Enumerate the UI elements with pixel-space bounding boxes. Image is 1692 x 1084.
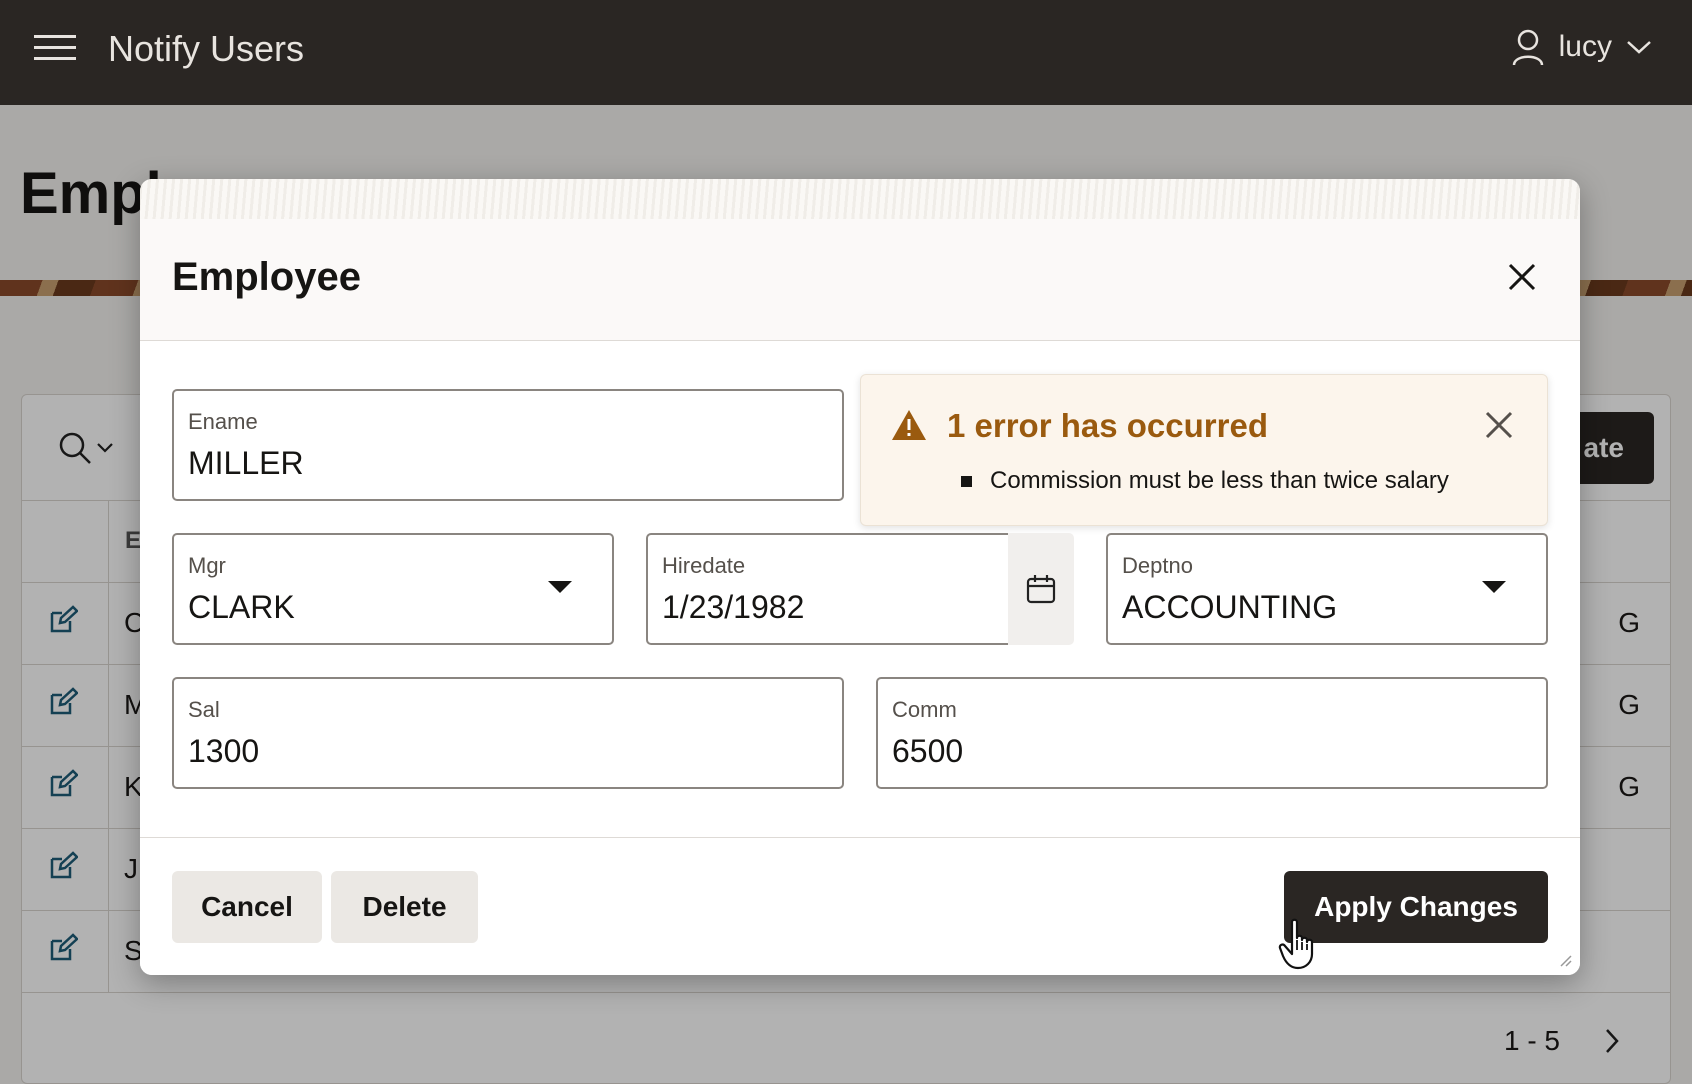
comm-value: 6500	[892, 733, 964, 769]
apply-changes-button[interactable]: Apply Changes	[1284, 871, 1548, 943]
calendar-button[interactable]	[1008, 533, 1074, 645]
delete-button[interactable]: Delete	[331, 871, 478, 943]
close-icon[interactable]	[1502, 257, 1542, 297]
mgr-select[interactable]: Mgr CLARK	[172, 533, 614, 645]
hiredate-field[interactable]: Hiredate 1/23/1982	[646, 533, 1010, 645]
deptno-label: Deptno	[1122, 553, 1193, 578]
error-message: Commission must be less than twice salar…	[990, 467, 1449, 494]
mgr-label: Mgr	[188, 553, 226, 578]
warning-icon	[892, 410, 926, 440]
close-icon[interactable]	[1483, 409, 1515, 441]
bullet	[961, 475, 972, 487]
employee-dialog: Employee Ename MILLER 1 error has occurr…	[140, 179, 1580, 975]
hiredate-value: 1/23/1982	[662, 589, 805, 625]
cancel-button[interactable]: Cancel	[172, 871, 322, 943]
error-item: Commission must be less than twice salar…	[961, 467, 1449, 495]
resize-handle-icon[interactable]	[1558, 953, 1572, 967]
comm-field[interactable]: Comm 6500	[876, 677, 1548, 789]
top-navigation-bar: Notify Users lucy	[0, 0, 1692, 105]
sal-label: Sal	[188, 697, 220, 722]
mgr-value: CLARK	[188, 589, 295, 625]
ename-label: Ename	[188, 409, 258, 434]
ename-field[interactable]: Ename MILLER	[172, 389, 844, 501]
dropdown-caret-icon	[1482, 581, 1506, 593]
dialog-footer: Cancel Delete Apply Changes	[140, 837, 1580, 975]
app-title[interactable]: Notify Users	[108, 28, 304, 70]
comm-label: Comm	[892, 697, 957, 722]
user-menu[interactable]: lucy	[1511, 28, 1652, 66]
user-icon	[1512, 29, 1543, 66]
user-name: lucy	[1558, 30, 1612, 63]
hiredate-label: Hiredate	[662, 553, 746, 578]
dialog-texture	[140, 179, 1580, 219]
dialog-title: Employee	[172, 255, 361, 299]
deptno-value: ACCOUNTING	[1122, 589, 1338, 625]
sal-field[interactable]: Sal 1300	[172, 677, 844, 789]
error-title: 1 error has occurred	[947, 407, 1268, 444]
chevron-down-icon	[1627, 41, 1651, 54]
ename-value: MILLER	[188, 445, 304, 481]
menu-icon[interactable]	[34, 35, 76, 65]
sal-value: 1300	[188, 733, 260, 769]
error-notification: 1 error has occurred Commission must be …	[860, 374, 1548, 526]
deptno-select[interactable]: Deptno ACCOUNTING	[1106, 533, 1548, 645]
dropdown-caret-icon	[548, 581, 572, 593]
calendar-icon	[1026, 575, 1056, 604]
hand-cursor-icon	[1278, 918, 1314, 970]
dialog-header: Employee	[140, 219, 1580, 341]
